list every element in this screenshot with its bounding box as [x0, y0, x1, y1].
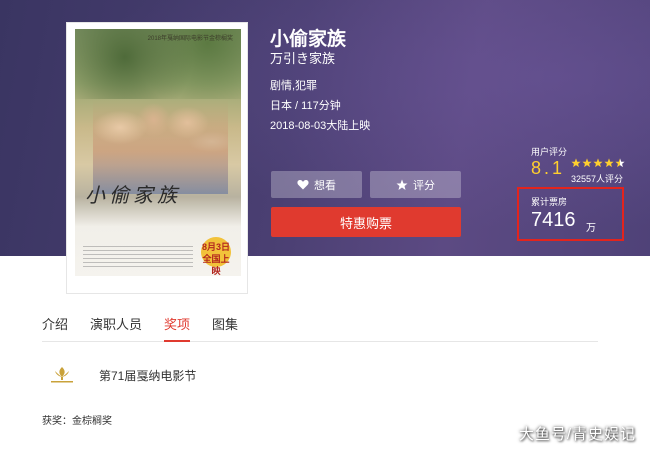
box-office-label: 累计票房 [531, 197, 568, 207]
buy-ticket-button[interactable]: 特惠购票 [271, 207, 461, 237]
heart-icon [297, 179, 309, 190]
rate-label: 评分 [413, 179, 435, 192]
poster-frame[interactable]: 2018年戛纳国际电影节金棕榈奖 小偷家族 8月3日 全国上映 [66, 22, 248, 294]
movie-original-title: 万引き家族 [270, 51, 336, 66]
poster-title: 小偷家族 [85, 183, 181, 207]
star-filled-icon [582, 158, 592, 168]
box-office-highlight: 累计票房 7416 万 [517, 187, 624, 241]
want-to-see-button[interactable]: 想看 [271, 171, 362, 198]
tab-cast[interactable]: 演职人员 [90, 314, 142, 342]
detail-tabs: 介绍 演职人员 奖项 图集 [42, 314, 598, 342]
tab-awards[interactable]: 奖项 [164, 314, 191, 342]
rate-button[interactable]: 评分 [370, 171, 461, 198]
award-text: 获奖：金棕榈奖 [42, 416, 112, 427]
box-office-value: 7416 [531, 209, 576, 231]
rating-stars [571, 158, 625, 168]
star-half-icon [615, 158, 625, 168]
movie-poster[interactable]: 2018年戛纳国际电影节金棕榈奖 小偷家族 8月3日 全国上映 [75, 29, 241, 276]
movie-country-duration: 日本 / 117分钟 [270, 100, 341, 112]
star-filled-icon [604, 158, 614, 168]
movie-title: 小偷家族 [270, 29, 347, 50]
want-to-see-label: 想看 [314, 179, 336, 192]
tab-intro[interactable]: 介绍 [42, 314, 68, 342]
poster-date-badge: 8月3日 全国上映 [201, 237, 231, 276]
watermark-text: 大鱼号/青史娱记 [518, 426, 636, 443]
user-rating-label: 用户评分 [531, 147, 568, 157]
movie-genre: 剧情,犯罪 [270, 80, 318, 92]
star-filled-icon [593, 158, 603, 168]
tab-gallery[interactable]: 图集 [212, 314, 238, 342]
festival-name[interactable]: 第71届戛纳电影节 [99, 367, 196, 384]
cannes-palm-logo-icon [51, 367, 73, 383]
movie-release-date: 2018-08-03大陆上映 [270, 120, 371, 132]
poster-festival-text: 2018年戛纳国际电影节金棕榈奖 [147, 36, 233, 42]
star-icon [396, 179, 408, 191]
poster-credits [83, 246, 193, 268]
star-filled-icon [571, 158, 581, 168]
user-rating-score: 8.1 [531, 158, 566, 178]
box-office-unit: 万 [586, 223, 596, 234]
rating-count: 32557人评分 [571, 174, 624, 184]
